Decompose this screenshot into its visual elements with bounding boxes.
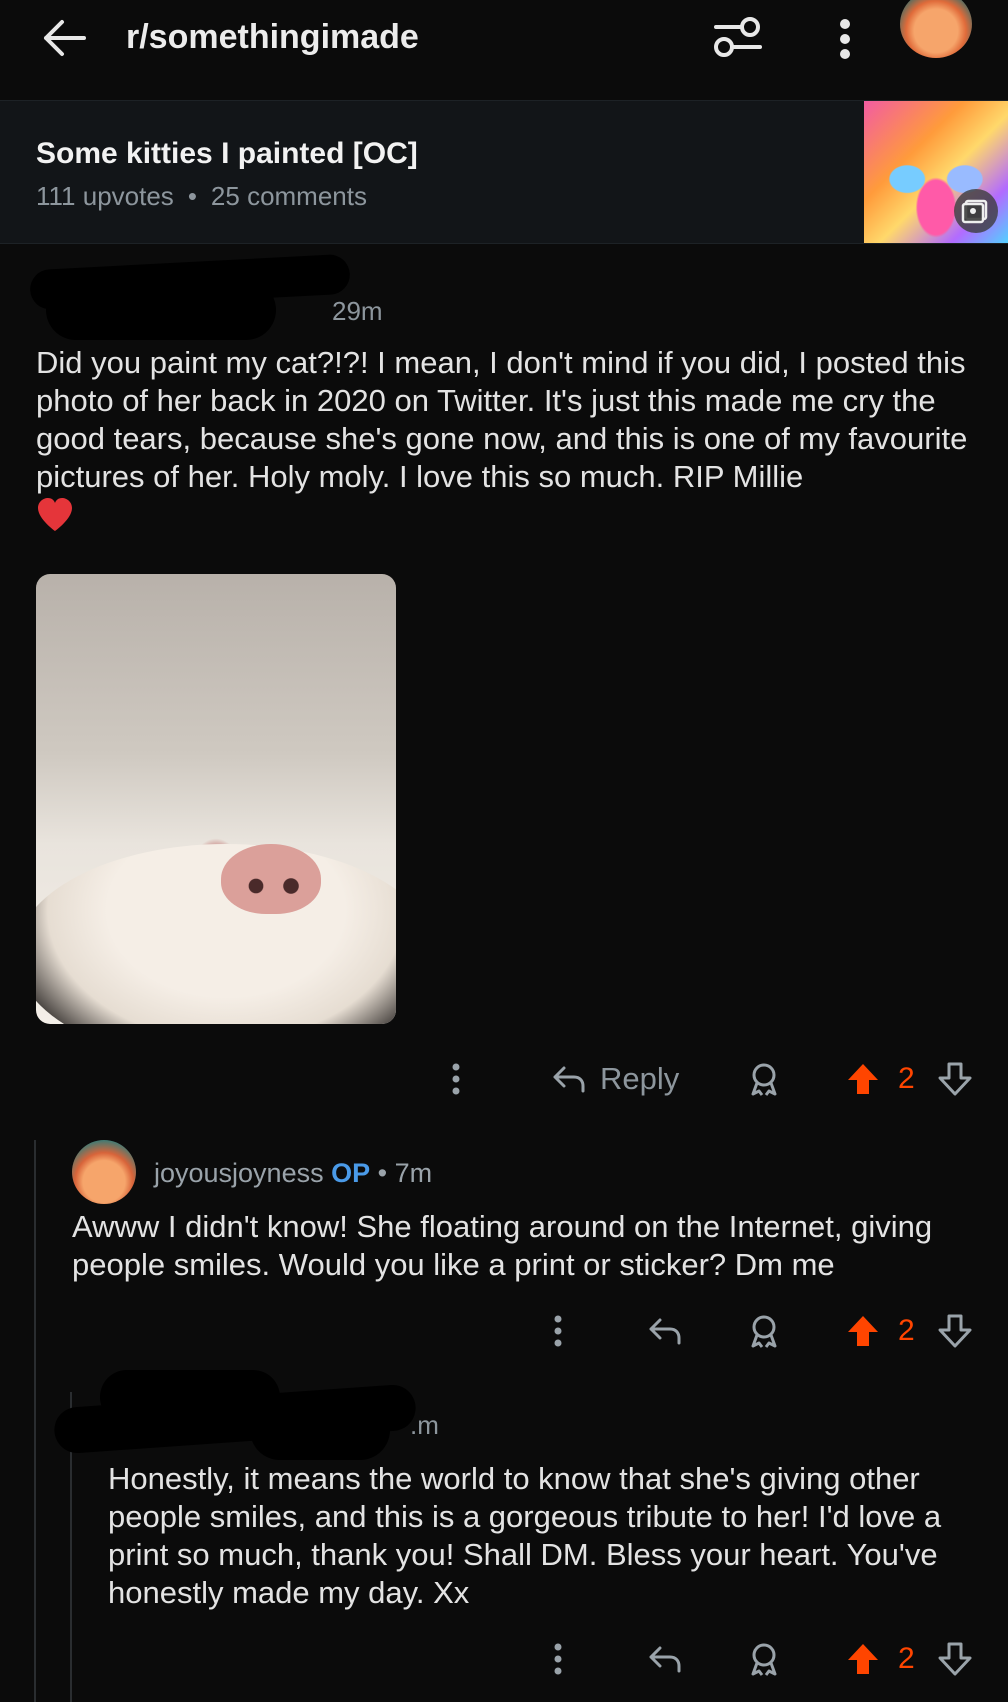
sort-filter-icon[interactable] <box>712 14 764 60</box>
comment-body: Did you paint my cat?!?! I mean, I don't… <box>36 345 968 494</box>
comment-actions: 2 <box>0 1306 1008 1356</box>
more-options-button[interactable] <box>448 1054 464 1104</box>
top-bar: r/somethingimade <box>0 0 1008 96</box>
subreddit-title[interactable]: r/somethingimade <box>126 18 419 57</box>
vote-count: 2 <box>898 1314 915 1347</box>
comment-time: 29m <box>332 296 383 326</box>
cat-nose <box>221 844 321 914</box>
upvote-button[interactable] <box>846 1634 880 1684</box>
more-options-button[interactable] <box>550 1306 566 1356</box>
upvote-count: 111 upvotes <box>36 181 174 211</box>
vote-score: 2 <box>898 1634 915 1684</box>
downvote-button[interactable] <box>938 1634 972 1684</box>
comment-author[interactable]: joyousjoyness OP • 7m <box>154 1158 432 1189</box>
downvote-button[interactable] <box>938 1306 972 1356</box>
gallery-icon <box>954 189 998 233</box>
award-icon <box>751 1643 777 1676</box>
downvote-arrow-icon <box>938 1314 972 1348</box>
award-icon <box>751 1315 777 1348</box>
comment-actions: Reply 2 <box>0 1054 1008 1104</box>
cat-fur <box>36 844 396 1024</box>
downvote-arrow-icon <box>938 1062 972 1096</box>
op-badge: OP <box>331 1158 371 1188</box>
meta-separator: • <box>187 181 197 211</box>
vote-score: 2 <box>898 1306 915 1356</box>
reply-arrow-icon <box>649 1646 681 1673</box>
award-button[interactable] <box>748 1634 780 1684</box>
vote-score: 2 <box>898 1054 915 1104</box>
upvote-arrow-icon <box>848 1644 878 1674</box>
reply-button[interactable] <box>648 1306 682 1356</box>
reply-arrow-icon <box>553 1066 585 1093</box>
vote-count: 2 <box>898 1062 915 1095</box>
downvote-arrow-icon <box>938 1642 972 1676</box>
redacted-avatar <box>46 280 276 340</box>
comment-body: Honestly, it means the world to know tha… <box>108 1461 942 1610</box>
upvote-button[interactable] <box>846 1054 880 1104</box>
post-header[interactable]: Some kitties I painted [OC] 111 upvotes •… <box>0 100 1008 244</box>
cat-photo[interactable] <box>36 574 396 1024</box>
more-options-button[interactable] <box>550 1634 566 1684</box>
post-title: Some kitties I painted [OC] <box>36 137 418 170</box>
comment-time: .m <box>410 1410 439 1440</box>
reply-button[interactable] <box>648 1634 682 1684</box>
comment-count: 25 comments <box>210 181 367 211</box>
user-avatar-icon[interactable] <box>900 0 972 58</box>
vote-count: 2 <box>898 1642 915 1675</box>
more-dots-icon <box>554 1643 562 1675</box>
reply-arrow-icon <box>649 1318 681 1345</box>
upvote-arrow-icon <box>848 1064 878 1094</box>
award-icon <box>751 1063 777 1096</box>
avatar[interactable] <box>72 1140 136 1204</box>
comment-actions: 2 <box>0 1634 1008 1684</box>
award-button[interactable] <box>748 1306 780 1356</box>
post-meta: 111 upvotes • 25 comments <box>36 181 367 212</box>
reply-label: Reply <box>600 1061 680 1096</box>
heart-emoji-icon <box>38 498 72 531</box>
more-dots-icon <box>554 1315 562 1347</box>
post-thumbnail[interactable] <box>864 101 1008 243</box>
back-arrow-icon[interactable] <box>40 18 88 58</box>
downvote-button[interactable] <box>938 1054 972 1104</box>
more-options-icon[interactable] <box>830 16 860 62</box>
award-button[interactable] <box>748 1054 780 1104</box>
more-dots-icon <box>452 1063 460 1095</box>
upvote-button[interactable] <box>846 1306 880 1356</box>
username: joyousjoyness <box>154 1158 324 1188</box>
reply-button[interactable]: Reply <box>552 1054 679 1104</box>
redacted-avatar <box>250 1400 390 1460</box>
upvote-arrow-icon <box>848 1316 878 1346</box>
comment-time: • 7m <box>377 1158 433 1188</box>
thread-line <box>34 1140 36 1702</box>
comment-body: Awww I didn't know! She floating around … <box>72 1209 933 1282</box>
